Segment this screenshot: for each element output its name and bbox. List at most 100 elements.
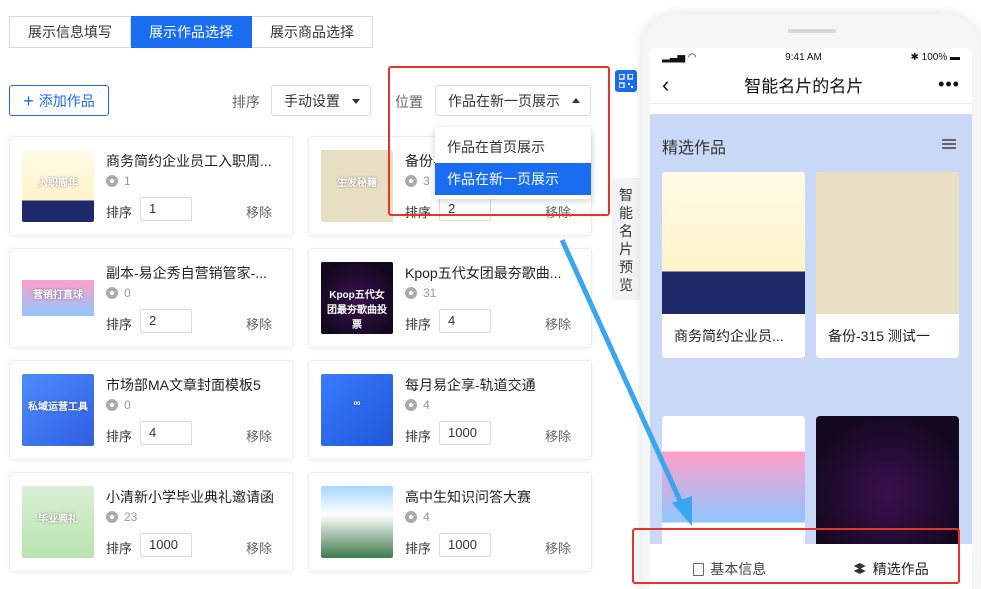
position-label: 位置 — [395, 94, 423, 110]
phone-preview: ▂▃▅ ◠ 9:41 AM ✱ 100% ▬ ‹ 智能名片的名片 ••• 精选作… — [642, 14, 980, 589]
sort-order-input[interactable]: 1000 — [439, 533, 491, 557]
sort-order-input[interactable]: 1000 — [140, 533, 192, 557]
featured-work-card[interactable]: 备份-315 测试一 — [816, 172, 959, 358]
view-count: 0 — [106, 286, 131, 300]
layers-icon — [853, 563, 867, 575]
work-thumbnail: 入职周年 — [22, 150, 94, 222]
view-count-value: 0 — [124, 398, 131, 412]
sort-order-label: 排序 — [405, 317, 432, 332]
eye-icon — [106, 399, 118, 411]
sort-select[interactable]: 手动设置 — [271, 85, 371, 116]
smart-card-preview-tab[interactable]: 智能名片预览 — [612, 178, 640, 300]
featured-work-image — [816, 416, 959, 558]
eye-icon — [106, 175, 118, 187]
phone-notch — [788, 29, 836, 33]
phone-nav-title: 智能名片的名片 — [744, 77, 864, 96]
tab-bar: 展示信息填写 展示作品选择 展示商品选择 — [9, 16, 373, 48]
featured-work-image — [662, 172, 805, 314]
remove-button[interactable]: 移除 — [246, 538, 272, 557]
eye-icon — [405, 511, 417, 523]
bottom-tab-basic-info[interactable]: 基本信息 — [693, 559, 766, 579]
thumbnail-caption: 营销打直球 — [33, 290, 83, 301]
remove-button[interactable]: 移除 — [246, 202, 272, 221]
sort-order-label: 排序 — [106, 429, 133, 444]
more-icon[interactable]: ••• — [938, 74, 960, 95]
chevron-up-icon — [572, 98, 580, 103]
sort-order-input[interactable]: 4 — [140, 421, 192, 445]
battery-level: 100% — [921, 51, 948, 63]
work-thumbnail: 生发秘籍 — [321, 150, 393, 222]
chevron-down-icon — [352, 99, 360, 104]
work-card: 毕业典礼 小清新小学毕业典礼邀请函 23 排序 1000 移除 — [9, 472, 293, 572]
sort-order-label: 排序 — [106, 541, 133, 556]
view-count: 4 — [405, 510, 430, 524]
work-card: 营销打直球 副本-易企秀自营销管家-... 0 排序 2 移除 — [9, 248, 293, 348]
status-bar: ▂▃▅ ◠ 9:41 AM ✱ 100% ▬ — [650, 48, 972, 66]
eye-icon — [405, 399, 417, 411]
thumbnail-caption: 入职周年 — [38, 178, 78, 189]
sort-order-input[interactable]: 1 — [140, 197, 192, 221]
sort-label: 排序 — [232, 94, 260, 110]
add-work-label: 添加作品 — [38, 92, 95, 109]
signal-wifi-icon: ▂▃▅ ◠ — [662, 51, 697, 63]
remove-button[interactable]: 移除 — [545, 314, 571, 333]
featured-work-card[interactable]: 商务简约企业员... — [662, 172, 805, 358]
view-count-value: 0 — [124, 286, 131, 300]
sort-order-input[interactable]: 1000 — [439, 421, 491, 445]
tab-display-works[interactable]: 展示作品选择 — [131, 16, 252, 48]
work-title: Kpop五代女团最夯歌曲... — [405, 265, 562, 281]
position-select[interactable]: 作品在新一页展示 — [435, 85, 591, 116]
remove-button[interactable]: 移除 — [246, 426, 272, 445]
status-time: 9:41 AM — [785, 51, 822, 63]
phone-screen: ▂▃▅ ◠ 9:41 AM ✱ 100% ▬ ‹ 智能名片的名片 ••• 精选作… — [650, 48, 972, 589]
qr-code-icon[interactable] — [615, 70, 637, 92]
position-select-value: 作品在新一页展示 — [448, 92, 560, 109]
battery-indicator: ✱ 100% ▬ — [910, 51, 960, 63]
remove-button[interactable]: 移除 — [545, 426, 571, 445]
thumbnail-caption: 私域运营工具 — [28, 402, 88, 413]
work-thumbnail: Kpop五代女团最夯歌曲投票 — [321, 262, 393, 334]
tab-display-info[interactable]: 展示信息填写 — [9, 16, 131, 48]
thumbnail-caption: Kpop五代女团最夯歌曲投票 — [327, 290, 387, 331]
sort-order-input[interactable]: 2 — [140, 309, 192, 333]
remove-button[interactable]: 移除 — [246, 314, 272, 333]
sort-order-label: 排序 — [106, 205, 133, 220]
view-count: 4 — [405, 398, 430, 412]
thumbnail-caption: 生发秘籍 — [337, 178, 377, 189]
option-new-page[interactable]: 作品在新一页展示 — [435, 163, 591, 195]
thumbnail-caption: ∞ — [353, 398, 361, 409]
eye-icon — [405, 287, 417, 299]
back-icon[interactable]: ‹ — [662, 72, 669, 98]
remove-button[interactable]: 移除 — [545, 538, 571, 557]
view-count: 0 — [106, 398, 131, 412]
work-title: 市场部MA文章封面模板5 — [106, 377, 261, 393]
sort-order-label: 排序 — [405, 541, 432, 556]
sort-order-label: 排序 — [106, 317, 133, 332]
menu-icon[interactable] — [942, 139, 956, 149]
tab-display-products[interactable]: 展示商品选择 — [252, 16, 373, 48]
view-count-value: 3 — [423, 174, 430, 188]
bottom-tab-basic-label: 基本信息 — [710, 561, 767, 577]
work-title: 小清新小学毕业典礼邀请函 — [106, 489, 274, 505]
work-thumbnail: 毕业典礼 — [22, 486, 94, 558]
sort-select-value: 手动设置 — [284, 92, 340, 109]
option-home-page[interactable]: 作品在首页展示 — [435, 131, 591, 163]
plus-icon: + — [23, 90, 34, 111]
view-count-value: 4 — [423, 398, 430, 412]
featured-work-title: 备份-315 测试一 — [828, 328, 930, 344]
view-count: 1 — [106, 174, 131, 188]
eye-icon — [106, 287, 118, 299]
phone-bottom-bar: 基本信息 精选作品 — [650, 544, 972, 589]
work-title: 商务简约企业员工入职周... — [106, 153, 272, 169]
bottom-tab-featured[interactable]: 精选作品 — [853, 559, 929, 579]
work-title: 高中生知识问答大赛 — [405, 489, 531, 505]
featured-work-image — [816, 172, 959, 314]
remove-button[interactable]: 移除 — [545, 202, 571, 221]
sort-order-input[interactable]: 4 — [439, 309, 491, 333]
position-dropdown: 作品在首页展示 作品在新一页展示 — [435, 127, 591, 199]
sort-order-input[interactable]: 2 — [439, 197, 491, 221]
view-count: 23 — [106, 510, 137, 524]
add-work-button[interactable]: + 添加作品 — [9, 85, 109, 116]
view-count: 31 — [405, 286, 436, 300]
eye-icon — [405, 175, 417, 187]
